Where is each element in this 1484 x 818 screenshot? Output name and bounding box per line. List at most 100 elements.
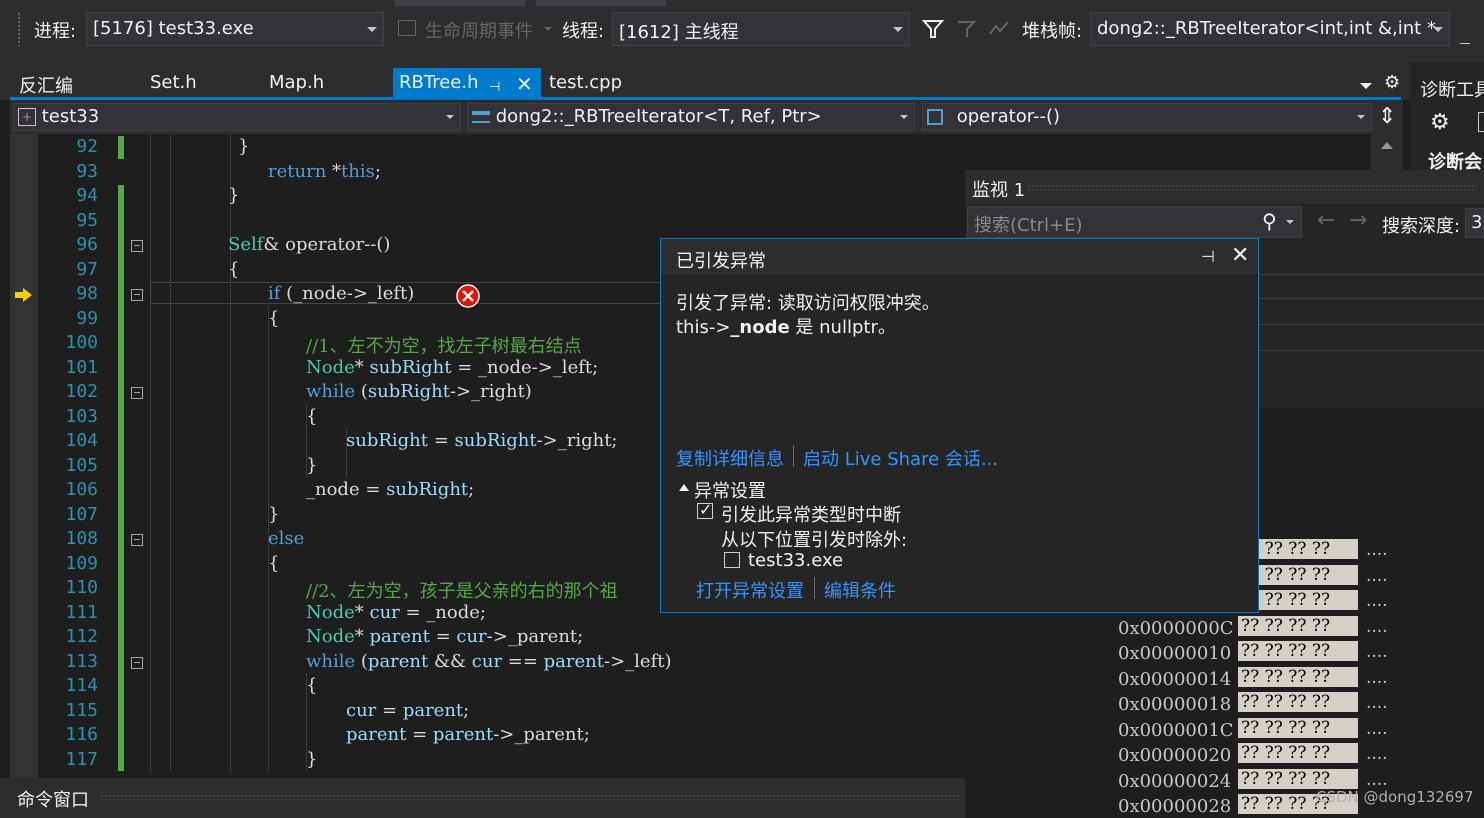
pin-icon[interactable]: ⊣: [489, 80, 500, 95]
collapse-toggle-icon[interactable]: [131, 289, 143, 301]
scroll-up-icon[interactable]: [1381, 142, 1393, 149]
search-depth-input[interactable]: 3: [1465, 208, 1484, 238]
process-dropdown[interactable]: [5176] test33.exe: [86, 12, 384, 46]
panel-grip: [1027, 184, 1477, 190]
thread-dropdown[interactable]: [1612] 主线程: [612, 12, 910, 46]
scope-dropdown[interactable]: dong2::_RBTreeIterator<T, Ref, Ptr>: [467, 103, 915, 131]
code-line[interactable]: {: [306, 675, 317, 696]
flag-filter-icon[interactable]: [955, 18, 977, 40]
code-line[interactable]: {: [268, 553, 279, 574]
memory-bytes[interactable]: ?? ?? ?? ??: [1238, 641, 1358, 661]
exception-error-icon[interactable]: [456, 284, 480, 312]
watch-grid-line: [1259, 274, 1484, 275]
code-line[interactable]: }: [268, 504, 279, 525]
back-arrow-icon[interactable]: ←: [1317, 208, 1335, 233]
chevron-down-icon: [1433, 27, 1443, 32]
watch-search-box[interactable]: 搜索(Ctrl+E) ⚲: [967, 206, 1302, 238]
code-line[interactable]: while (parent && cur == parent->_left): [306, 651, 672, 672]
code-line[interactable]: Node* parent = cur->_parent;: [306, 626, 583, 647]
break-on-exception-checkbox[interactable]: ✓: [697, 500, 713, 519]
indent-guide: [170, 134, 171, 771]
code-line[interactable]: _node = subRight;: [306, 479, 474, 500]
tab-map-h[interactable]: Map.h: [263, 68, 330, 100]
close-icon[interactable]: ✕: [1231, 243, 1249, 268]
gear-icon[interactable]: ⚙: [1430, 110, 1450, 135]
memory-bytes[interactable]: ?? ?? ?? ??: [1238, 743, 1358, 763]
editor-scrollbar[interactable]: [1371, 134, 1403, 170]
forward-arrow-icon[interactable]: →: [1349, 208, 1367, 233]
chevron-down-icon: [367, 27, 377, 32]
memory-bytes[interactable]: ?? ?? ?? ??: [1238, 666, 1358, 687]
stackframe-dropdown[interactable]: dong2::_RBTreeIterator<int,int &,int *: [1090, 12, 1450, 46]
memory-bytes[interactable]: ?? ?? ?? ??: [1238, 768, 1358, 789]
code-line[interactable]: Self& operator--(): [228, 234, 390, 255]
exception-message: 引发了异常: 读取访问权限冲突。: [676, 293, 940, 314]
tab-list-dropdown-icon[interactable]: [1360, 83, 1372, 89]
member-dropdown[interactable]: operator--(): [922, 103, 1372, 131]
code-line[interactable]: subRight = subRight->_right;: [346, 430, 618, 451]
code-line[interactable]: while (subRight->_right): [306, 381, 532, 402]
toggle-external-code-icon[interactable]: [988, 18, 1012, 40]
collapse-triangle-icon[interactable]: [679, 484, 689, 491]
tab-rbtree-h[interactable]: RBTree.h ⊣ ✕: [393, 68, 541, 100]
code-line[interactable]: Node* subRight = _node->_left;: [306, 357, 598, 378]
line-number: 114: [65, 675, 98, 696]
memory-address: 0x00000014: [1118, 668, 1232, 690]
member-name: operator--(): [956, 106, 1061, 127]
module-exclusion-checkbox[interactable]: [724, 552, 740, 568]
gear-icon[interactable]: ⚙: [1384, 72, 1400, 93]
code-line[interactable]: //2、左为空，孩子是父亲的右的那个祖: [306, 577, 618, 603]
memory-bytes[interactable]: ?? ?? ?? ??: [1238, 615, 1358, 636]
edit-conditions-link[interactable]: 编辑条件: [824, 577, 896, 603]
code-line[interactable]: return *this;: [268, 161, 381, 182]
tab-set-h[interactable]: Set.h: [144, 68, 203, 100]
toolbar-overflow-icon[interactable]: [1460, 38, 1470, 44]
collapse-toggle-icon[interactable]: [131, 656, 143, 669]
code-line[interactable]: }: [306, 749, 317, 770]
split-window-icon[interactable]: ⇕: [1378, 104, 1396, 129]
tab-disassembly[interactable]: 反汇编: [13, 68, 79, 100]
line-number: 104: [65, 430, 98, 451]
memory-bytes[interactable]: ?? ?? ?? ??: [1238, 717, 1358, 738]
close-icon[interactable]: ✕: [516, 72, 533, 96]
collapse-toggle-icon[interactable]: [131, 240, 143, 252]
code-line[interactable]: }: [228, 185, 239, 206]
code-line[interactable]: {: [306, 406, 317, 427]
code-line[interactable]: if (_node->_left): [268, 283, 414, 304]
code-line[interactable]: else: [268, 528, 304, 549]
code-line[interactable]: }: [238, 136, 249, 157]
copy-details-link[interactable]: 复制详细信息: [676, 445, 784, 471]
toolbar-grip[interactable]: [17, 12, 21, 46]
watch-search-input[interactable]: 搜索(Ctrl+E): [974, 211, 1083, 237]
lifecycle-events-button[interactable]: 生命周期事件: [425, 17, 533, 43]
indent-guide: [150, 134, 151, 771]
panel-icon[interactable]: [1478, 112, 1484, 132]
indicator-margin[interactable]: [10, 134, 38, 778]
project-dropdown[interactable]: + test33: [13, 103, 461, 131]
debug-toolbar: 进程: [5176] test33.exe 生命周期事件 线程: [1612] …: [0, 0, 1484, 62]
collapse-toggle-icon[interactable]: [131, 387, 143, 399]
code-line[interactable]: parent = parent->_parent;: [346, 724, 590, 745]
filter-icon[interactable]: [922, 18, 944, 40]
watch-grid-line: [1259, 298, 1484, 299]
code-line[interactable]: }: [306, 455, 317, 476]
start-liveshare-link[interactable]: 启动 Live Share 会话...: [803, 445, 998, 471]
memory-address: 0x00000024: [1118, 770, 1232, 792]
code-line[interactable]: cur = parent;: [346, 700, 469, 721]
pin-icon[interactable]: ⊣: [1201, 247, 1215, 266]
open-exception-settings-link[interactable]: 打开异常设置: [696, 577, 804, 603]
collapse-toggle-icon[interactable]: [131, 534, 143, 546]
chevron-down-icon[interactable]: [1286, 220, 1294, 224]
memory-bytes[interactable]: ?? ?? ?? ??: [1238, 692, 1358, 712]
current-statement-arrow-icon: [14, 287, 34, 307]
code-line[interactable]: Node* cur = _node;: [306, 602, 486, 623]
code-line[interactable]: //1、左不为空，找左子树最右结点: [306, 332, 582, 358]
tab-test-cpp[interactable]: test.cpp: [543, 68, 628, 100]
memory-address: 0x00000020: [1118, 745, 1232, 766]
detail-variable: _node: [730, 317, 790, 338]
diagnostic-tools-panel: 诊断工具 ⚙ 诊断会: [1410, 62, 1484, 173]
code-line[interactable]: {: [268, 308, 279, 329]
line-number: 117: [65, 748, 98, 770]
search-icon[interactable]: ⚲: [1262, 209, 1277, 233]
code-line[interactable]: {: [228, 259, 239, 280]
